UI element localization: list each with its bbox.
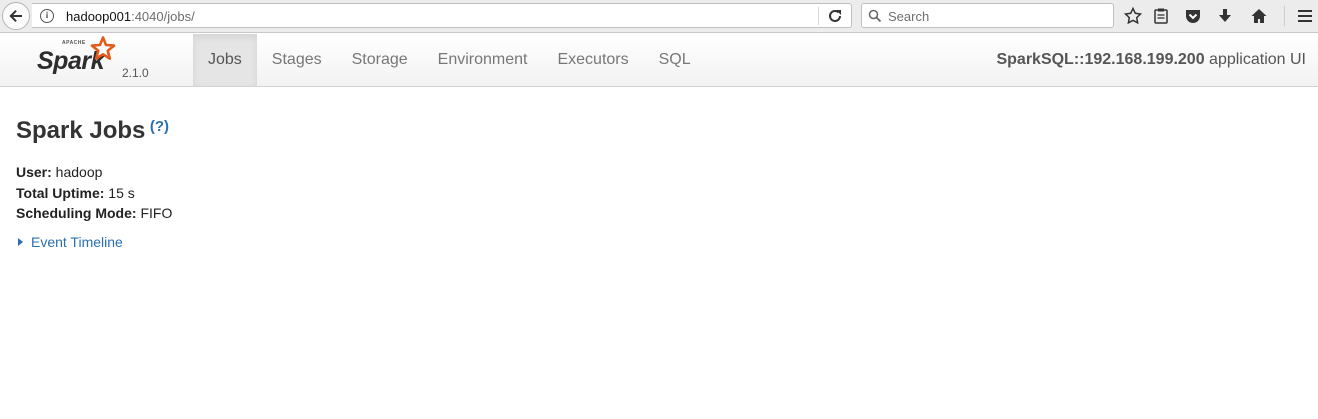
url-text[interactable]: hadoop001:4040/jobs/	[66, 9, 195, 24]
home-icon[interactable]	[1249, 6, 1269, 26]
menu-icon[interactable]	[1295, 6, 1315, 26]
pocket-icon[interactable]	[1183, 6, 1203, 26]
url-bar[interactable]: i hadoop001:4040/jobs/	[32, 3, 852, 28]
app-suffix: application UI	[1204, 51, 1306, 68]
event-timeline-toggle[interactable]: Event Timeline	[16, 234, 1296, 250]
app-title: SparkSQL::192.168.199.200 application UI	[996, 51, 1306, 69]
tab-stages[interactable]: Stages	[257, 34, 337, 86]
job-summary: User: hadoop Total Uptime: 15 s Scheduli…	[16, 162, 1296, 224]
browser-toolbar: i hadoop001:4040/jobs/ Search	[0, 0, 1318, 33]
url-host: hadoop001	[66, 9, 132, 24]
event-timeline-label: Event Timeline	[31, 233, 123, 250]
toolbar-separator	[1284, 6, 1285, 26]
user-row: User: hadoop	[16, 162, 1296, 183]
search-icon	[868, 9, 882, 23]
app-name: SparkSQL::192.168.199.200	[996, 51, 1205, 68]
tab-sql[interactable]: SQL	[644, 34, 706, 86]
scheduling-row: Scheduling Mode: FIFO	[16, 203, 1296, 224]
spark-star-icon	[90, 36, 116, 60]
uptime-label: Total Uptime:	[16, 184, 105, 201]
uptime-row: Total Uptime: 15 s	[16, 183, 1296, 204]
uptime-value: 15 s	[104, 184, 135, 201]
tab-executors[interactable]: Executors	[542, 34, 643, 86]
reload-icon[interactable]	[827, 8, 843, 24]
brand-apache-text: APACHE	[62, 40, 86, 46]
bookmark-star-icon[interactable]	[1123, 6, 1143, 26]
tab-storage[interactable]: Storage	[337, 34, 423, 86]
scheduling-value: FIFO	[136, 205, 173, 221]
tab-environment[interactable]: Environment	[423, 34, 543, 86]
info-icon[interactable]: i	[40, 9, 54, 23]
reading-list-icon[interactable]	[1151, 6, 1171, 26]
nav-tabs: Jobs Stages Storage Environment Executor…	[193, 34, 706, 86]
expand-arrow-icon	[18, 237, 23, 246]
spark-version: 2.1.0	[122, 66, 149, 80]
back-icon	[9, 10, 22, 22]
tab-jobs[interactable]: Jobs	[193, 34, 257, 86]
back-button[interactable]	[2, 2, 30, 30]
download-icon[interactable]	[1215, 6, 1235, 26]
spark-logo[interactable]: APACHE Spark 2.1.0	[34, 36, 184, 84]
url-path: :4040/jobs/	[131, 9, 195, 24]
search-placeholder: Search	[888, 9, 930, 24]
help-link[interactable]: (?)	[150, 118, 169, 135]
page-content: Spark Jobs (?) User: hadoop Total Uptime…	[16, 116, 1296, 250]
page-title: Spark Jobs	[16, 117, 146, 144]
user-label: User:	[16, 164, 52, 180]
user-value: hadoop	[51, 164, 103, 180]
spark-navbar: APACHE Spark 2.1.0 Jobs Stages Storage E…	[0, 34, 1318, 87]
search-bar[interactable]: Search	[861, 3, 1114, 28]
url-divider	[818, 7, 819, 25]
scheduling-label: Scheduling Mode:	[16, 205, 137, 221]
